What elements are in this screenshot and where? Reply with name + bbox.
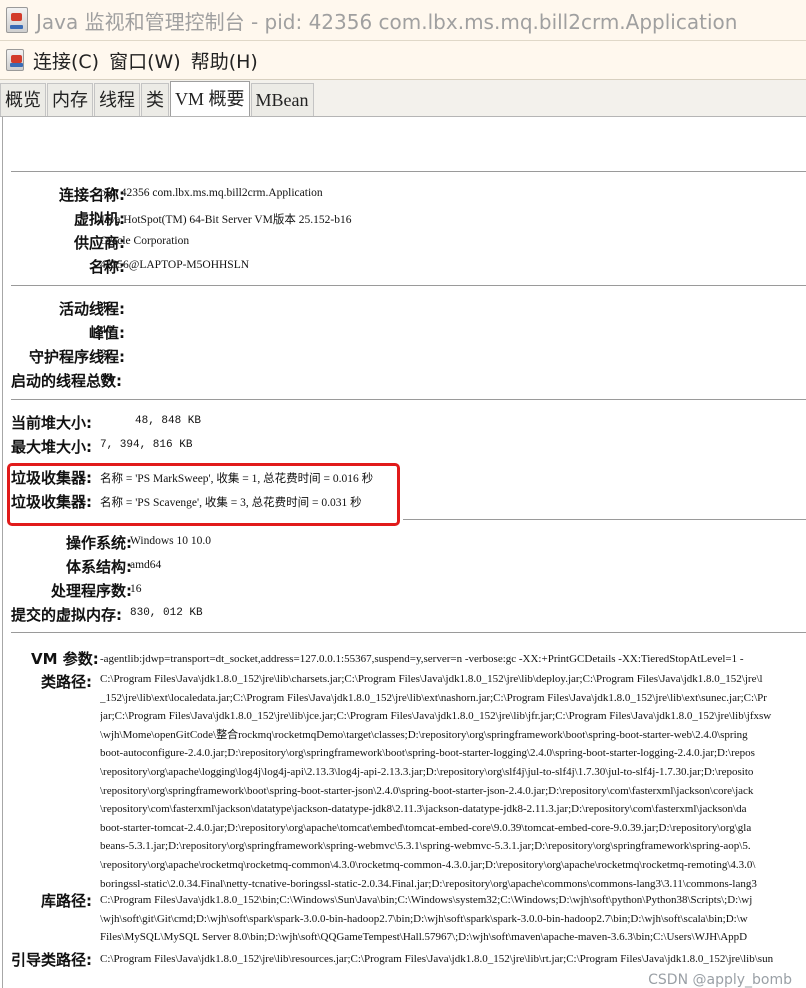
- daemon-threads-value: 27: [100, 349, 114, 361]
- classpath-line: boot-starter-tomcat-2.4.0.jar;D:\reposit…: [100, 821, 752, 834]
- tab-mbean[interactable]: MBean: [250, 83, 314, 116]
- current-heap-label: 当前堆大小:: [11, 414, 92, 432]
- current-heap-value: 48, 848 KB: [135, 415, 202, 427]
- live-threads-value: 40: [100, 301, 114, 313]
- classpath-line: \repository\org\apache\rocketmq\rocketmq…: [100, 858, 756, 871]
- window-titlebar: Java 监视和管理控制台 - pid: 42356 com.lbx.ms.mq…: [0, 0, 806, 41]
- divider: [11, 171, 806, 172]
- library-path-line: Files\MySQL\MySQL Server 8.0\bin;D:\wjh\…: [100, 931, 748, 944]
- total-threads-value: 63: [100, 373, 114, 385]
- library-path-value: C:\Program Files\Java\jdk1.8.0_152\bin;C…: [100, 891, 806, 947]
- window-title: Java 监视和管理控制台 - pid: 42356 com.lbx.ms.mq…: [36, 9, 738, 34]
- live-threads-label: 活动线程:: [59, 300, 125, 318]
- classpath-line: \repository\com\fasterxml\jackson\dataty…: [100, 803, 747, 816]
- tab-overview[interactable]: 概览: [0, 83, 46, 116]
- menu-connection[interactable]: 连接(C): [28, 47, 104, 74]
- row-daemon-threads: 守护程序线程: 27: [3, 345, 806, 367]
- max-heap-value: 7, 394, 816 KB: [100, 439, 193, 451]
- classpath-line: C:\Program Files\Java\jdk1.8.0_152\jre\l…: [100, 673, 763, 685]
- connection-name-value: pid: 42356 com.lbx.ms.mq.bill2crm.Applic…: [100, 187, 323, 199]
- classpath-line: _152\jre\lib\ext\localedata.jar;C:\Progr…: [100, 691, 767, 704]
- classpath-label: 类路径:: [41, 673, 92, 691]
- row-cpus: 处理程序数: 16: [3, 579, 806, 601]
- vm-args-value: -agentlib:jdwp=transport=dt_socket,addre…: [100, 650, 806, 669]
- os-label: 操作系统:: [66, 534, 132, 552]
- cpus-value: 16: [130, 583, 142, 595]
- row-peak-threads: 峰值: 40: [3, 321, 806, 343]
- row-max-heap: 最大堆大小: 7, 394, 816 KB: [3, 435, 806, 457]
- classpath-line: \wjh\Mome\openGitCode\整合rockmq\rocketmqD…: [100, 728, 748, 741]
- java-window-icon[interactable]: [6, 49, 24, 71]
- vm-args-label: VM 参数:: [31, 650, 99, 668]
- arch-label: 体系结构:: [66, 558, 132, 576]
- classpath-line: boot-autoconfigure-2.4.0.jar;D:\reposito…: [100, 747, 755, 760]
- menu-help[interactable]: 帮助(H): [186, 47, 263, 74]
- classpath-value: C:\Program Files\Java\jdk1.8.0_152\jre\l…: [100, 670, 806, 893]
- tab-threads[interactable]: 线程: [94, 83, 140, 116]
- classpath-line: beans-5.3.1.jar;D:\repository\org\spring…: [100, 840, 751, 853]
- peak-threads-value: 40: [100, 325, 114, 337]
- vm-value: Java HotSpot(TM) 64-Bit Server VM版本 25.1…: [100, 214, 352, 226]
- name-value: 42356@LAPTOP-M5OHHSLN: [100, 259, 250, 271]
- row-committed-memory: 提交的虚拟内存: 830, 012 KB: [3, 603, 806, 625]
- menu-bar: 连接(C) 窗口(W) 帮助(H): [0, 41, 806, 80]
- tab-classes[interactable]: 类: [141, 83, 169, 116]
- max-heap-label: 最大堆大小:: [11, 438, 92, 456]
- committed-memory-label: 提交的虚拟内存:: [11, 606, 122, 624]
- boot-classpath-line: C:\Program Files\Java\jdk1.8.0_152\jre\l…: [100, 953, 774, 965]
- row-vm: 虚拟机: Java HotSpot(TM) 64-Bit Server VM版本…: [3, 207, 806, 229]
- row-current-heap: 当前堆大小: 48, 848 KB: [3, 411, 806, 433]
- row-arch: 体系结构: amd64: [3, 555, 806, 577]
- boot-classpath-value: C:\Program Files\Java\jdk1.8.0_152\jre\l…: [100, 950, 806, 969]
- classpath-line: jar;C:\Program Files\Java\jdk1.8.0_152\j…: [100, 710, 772, 723]
- library-path-line: \wjh\soft\git\Git\cmd;D:\wjh\soft\spark\…: [100, 912, 748, 925]
- row-total-threads: 启动的线程总数: 63: [3, 369, 806, 391]
- row-os: 操作系统: Windows 10 10.0: [3, 531, 806, 553]
- divider: [11, 399, 806, 400]
- row-name: 名称: 42356@LAPTOP-M5OHHSLN: [3, 255, 806, 277]
- library-path-line: C:\Program Files\Java\jdk1.8.0_152\bin;C…: [100, 894, 753, 906]
- gc-highlight-box: [7, 463, 400, 526]
- vendor-value: Oracle Corporation: [100, 235, 190, 247]
- menu-window[interactable]: 窗口(W): [104, 47, 186, 74]
- watermark: CSDN @apply_bomb: [646, 972, 794, 988]
- cpus-label: 处理程序数:: [51, 582, 132, 600]
- committed-memory-value: 830, 012 KB: [130, 607, 203, 619]
- library-path-label: 库路径:: [41, 892, 92, 910]
- classpath-line: \repository\org\apache\logging\log4j\log…: [100, 765, 754, 778]
- divider: [11, 632, 806, 633]
- row-live-threads: 活动线程: 40: [3, 297, 806, 319]
- java-app-icon: [6, 7, 28, 33]
- tab-vm-summary[interactable]: VM 概要: [170, 81, 250, 116]
- row-vendor: 供应商: Oracle Corporation: [3, 231, 806, 253]
- divider: [11, 285, 806, 286]
- boot-classpath-label: 引导类路径:: [11, 951, 92, 969]
- tab-memory[interactable]: 内存: [47, 83, 93, 116]
- arch-value: amd64: [130, 559, 162, 571]
- vm-args-line: -agentlib:jdwp=transport=dt_socket,addre…: [100, 653, 744, 665]
- classpath-line: \repository\org\springframework\boot\spr…: [100, 784, 754, 797]
- tab-bar: 概览 内存 线程 类 VM 概要 MBean: [0, 80, 806, 117]
- os-value: Windows 10 10.0: [130, 535, 211, 547]
- divider: [403, 519, 806, 520]
- vm-summary-panel: 连接名称: pid: 42356 com.lbx.ms.mq.bill2crm.…: [2, 117, 806, 988]
- row-connection-name: 连接名称: pid: 42356 com.lbx.ms.mq.bill2crm.…: [3, 183, 806, 205]
